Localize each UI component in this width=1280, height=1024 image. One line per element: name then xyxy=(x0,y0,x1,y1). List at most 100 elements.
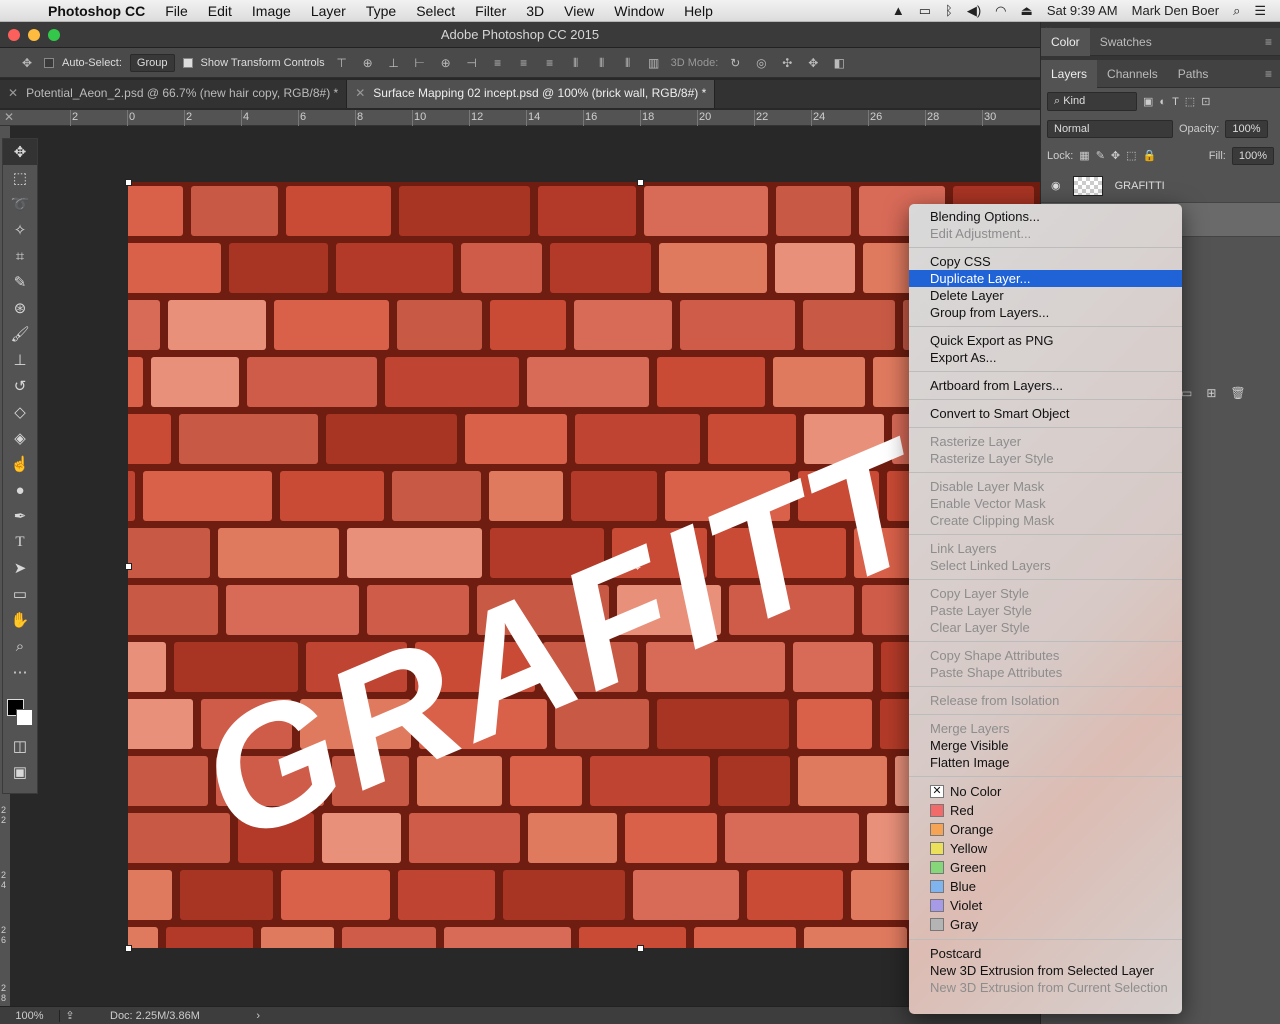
clock[interactable]: Sat 9:39 AM xyxy=(1047,3,1118,18)
bluetooth-icon[interactable]: ᛒ xyxy=(945,3,953,18)
menu-image[interactable]: Image xyxy=(242,3,301,19)
menu-item[interactable]: Delete Layer xyxy=(909,287,1182,304)
zoom-level[interactable]: 100% xyxy=(0,1009,60,1022)
app-menu[interactable]: Photoshop CC xyxy=(38,3,155,19)
path-selection-tool-icon[interactable]: ➤ xyxy=(3,555,37,581)
pen-tool-icon[interactable]: ✒ xyxy=(3,503,37,529)
tab-layers[interactable]: Layers xyxy=(1041,59,1098,88)
panel-menu-icon[interactable]: ≡ xyxy=(1265,35,1272,49)
trash-icon[interactable]: 🗑 xyxy=(1230,386,1245,400)
3d-pan-icon[interactable]: ✣ xyxy=(778,56,796,70)
eyedropper-tool-icon[interactable]: ✎ xyxy=(3,269,37,295)
history-brush-tool-icon[interactable]: ↺ xyxy=(3,373,37,399)
filter-pixel-icon[interactable]: ▣ xyxy=(1143,95,1153,108)
close-tab-icon[interactable]: ✕ xyxy=(8,86,18,100)
menu-help[interactable]: Help xyxy=(674,3,723,19)
crop-tool-icon[interactable]: ⌗ xyxy=(3,243,37,269)
distribute-vcenter-icon[interactable]: ≡ xyxy=(515,56,533,70)
hand-tool-icon[interactable]: ✋ xyxy=(3,607,37,633)
tab-channels[interactable]: Channels xyxy=(1097,60,1168,88)
transform-handle[interactable] xyxy=(637,179,644,186)
new-layer-icon[interactable]: ⊞ xyxy=(1206,386,1216,400)
menu-item[interactable]: Merge Visible xyxy=(909,737,1182,754)
ruler-top[interactable]: 2 0 2 4 6 8 10 12 14 16 18 20 22 24 26 28 30 xyxy=(40,110,1040,126)
brush-tool-icon[interactable]: 🖌 xyxy=(3,321,37,347)
menu-type[interactable]: Type xyxy=(356,3,406,19)
align-top-icon[interactable]: ⊤ xyxy=(333,56,351,70)
menu-item[interactable]: Copy CSS xyxy=(909,253,1182,270)
auto-align-icon[interactable]: ▥ xyxy=(645,56,663,70)
filter-adjust-icon[interactable]: ◐ xyxy=(1159,96,1166,108)
align-right-icon[interactable]: ⊣ xyxy=(463,56,481,70)
close-tab-icon[interactable]: ✕ xyxy=(355,86,365,100)
distribute-right-icon[interactable]: ⦀ xyxy=(619,56,637,70)
status-menu-arrow-icon[interactable]: › xyxy=(256,1010,260,1022)
eraser-tool-icon[interactable]: ◇ xyxy=(3,399,37,425)
tab-swatches[interactable]: Swatches xyxy=(1090,28,1162,56)
dodge-tool-icon[interactable]: ● xyxy=(3,477,37,503)
filter-type-icon[interactable]: T xyxy=(1172,96,1179,108)
volume-icon[interactable]: ◀) xyxy=(967,3,981,19)
eject-icon[interactable]: ⏏ xyxy=(1021,3,1033,19)
distribute-left-icon[interactable]: ⦀ xyxy=(567,56,585,70)
screen-mode-icon[interactable]: ▣ xyxy=(3,759,37,785)
more-tools-icon[interactable]: ⋯ xyxy=(3,659,37,685)
3d-scale-icon[interactable]: ◧ xyxy=(830,56,848,70)
opacity-field[interactable]: 100% xyxy=(1225,119,1268,138)
menu-item[interactable]: Group from Layers... xyxy=(909,304,1182,321)
3d-roll-icon[interactable]: ◎ xyxy=(752,56,770,70)
label-color-no-color[interactable]: ✕ No Color xyxy=(909,782,1182,801)
move-tool-icon[interactable]: ✥ xyxy=(3,139,37,165)
visibility-eye-icon[interactable]: ◉ xyxy=(1051,179,1061,192)
lock-position-icon[interactable]: ✥ xyxy=(1111,149,1120,162)
canvas-area[interactable]: GRAFITTI ⌖ xyxy=(10,126,1040,1006)
distribute-top-icon[interactable]: ≡ xyxy=(489,56,507,70)
airplay-icon[interactable]: ▭ xyxy=(919,3,931,19)
menu-layer[interactable]: Layer xyxy=(301,3,356,19)
menu-item[interactable]: Artboard from Layers... xyxy=(909,377,1182,394)
color-swatches[interactable] xyxy=(3,685,37,733)
share-icon[interactable]: ⇪ xyxy=(60,1009,80,1022)
wifi-icon[interactable]: ◠ xyxy=(995,3,1006,19)
blend-mode-dropdown[interactable]: Normal xyxy=(1047,119,1173,138)
notification-list-icon[interactable]: ☰ xyxy=(1254,3,1266,19)
align-left-icon[interactable]: ⊢ xyxy=(411,56,429,70)
transform-center-icon[interactable]: ⌖ xyxy=(634,560,641,575)
distribute-hcenter-icon[interactable]: ⦀ xyxy=(593,56,611,70)
spotlight-search-icon[interactable]: ⌕ xyxy=(1233,3,1240,19)
filter-shape-icon[interactable]: ⬚ xyxy=(1185,95,1195,108)
ruler-corner[interactable]: ✕ xyxy=(0,110,40,126)
smudge-tool-icon[interactable]: ☝ xyxy=(3,451,37,477)
kind-filter-dropdown[interactable]: ⌕ Kind xyxy=(1047,92,1137,111)
menu-select[interactable]: Select xyxy=(406,3,465,19)
transform-handle[interactable] xyxy=(125,945,132,952)
transform-handle[interactable] xyxy=(125,563,132,570)
transform-handle[interactable] xyxy=(637,945,644,952)
menu-filter[interactable]: Filter xyxy=(465,3,516,19)
tab-paths[interactable]: Paths xyxy=(1168,60,1219,88)
menu-file[interactable]: File xyxy=(155,3,198,19)
healing-brush-tool-icon[interactable]: ⊛ xyxy=(3,295,37,321)
3d-slide-icon[interactable]: ✥ xyxy=(804,56,822,70)
label-color-yellow[interactable]: Yellow xyxy=(909,839,1182,858)
label-color-red[interactable]: Red xyxy=(909,801,1182,820)
menu-item[interactable]: Postcard xyxy=(909,945,1182,962)
transform-handle[interactable] xyxy=(125,179,132,186)
filter-smart-icon[interactable]: ⊡ xyxy=(1201,95,1210,108)
collapse-icon[interactable]: ✕ xyxy=(4,110,14,124)
distribute-bottom-icon[interactable]: ≡ xyxy=(541,56,559,70)
3d-orbit-icon[interactable]: ↻ xyxy=(726,56,744,70)
user-name[interactable]: Mark Den Boer xyxy=(1132,3,1219,18)
menu-item[interactable]: Quick Export as PNG xyxy=(909,332,1182,349)
lasso-tool-icon[interactable]: ➰ xyxy=(3,191,37,217)
label-color-green[interactable]: Green xyxy=(909,858,1182,877)
background-color-swatch[interactable] xyxy=(16,709,33,726)
label-color-violet[interactable]: Violet xyxy=(909,896,1182,915)
fill-field[interactable]: 100% xyxy=(1231,146,1274,165)
layer-name[interactable]: GRAFITTI xyxy=(1115,180,1165,192)
adobe-icon[interactable]: ▲ xyxy=(892,3,905,18)
menu-item[interactable]: Export As... xyxy=(909,349,1182,366)
label-color-blue[interactable]: Blue xyxy=(909,877,1182,896)
menu-item[interactable]: Flatten Image xyxy=(909,754,1182,771)
tab-surface-mapping[interactable]: ✕ Surface Mapping 02 incept.psd @ 100% (b… xyxy=(347,80,716,108)
